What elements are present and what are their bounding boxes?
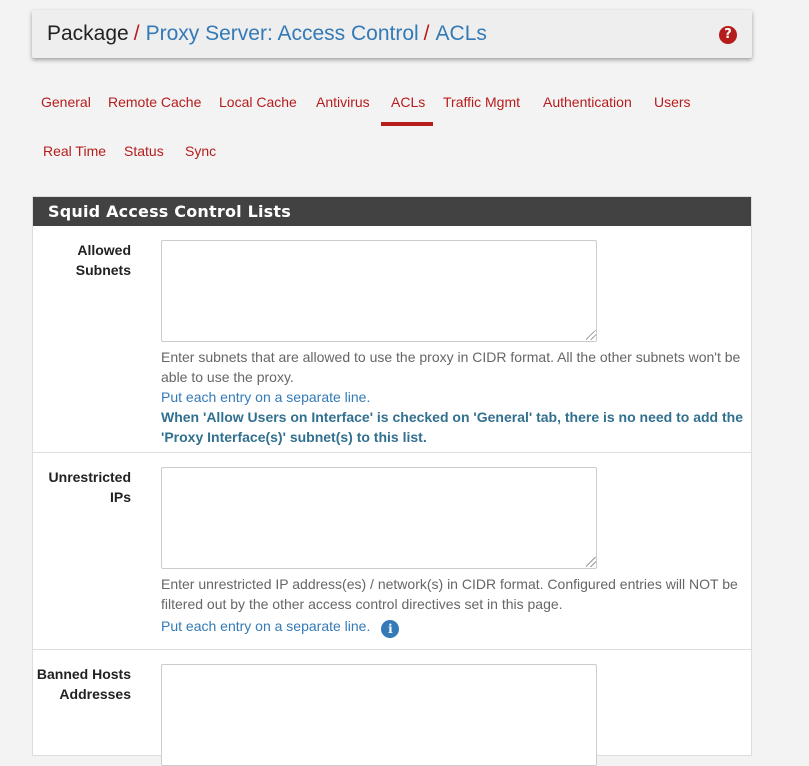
acl-panel: Squid Access Control Lists Allowed Subne… — [32, 196, 752, 766]
breadcrumb-link-proxy-server[interactable]: Proxy Server: Access Control — [146, 22, 419, 45]
resize-grip-icon[interactable] — [586, 557, 596, 567]
resize-grip-icon[interactable] — [586, 330, 596, 340]
tab-sync[interactable]: Sync — [185, 142, 216, 160]
breadcrumb-separator: / — [423, 22, 430, 45]
row-divider — [33, 649, 751, 650]
unrestricted-ips-help-line: Put each entry on a separate line. i — [161, 616, 751, 638]
allowed-subnets-textarea[interactable] — [161, 240, 597, 342]
banned-hosts-label: Banned Hosts Addresses — [36, 666, 131, 702]
tab-remote-cache[interactable]: Remote Cache — [108, 93, 201, 111]
allowed-subnets-label: Allowed Subnets — [75, 242, 131, 278]
allowed-subnets-help: Enter subnets that are allowed to use th… — [161, 347, 751, 447]
unrestricted-ips-help-line-text: Put each entry on a separate line. — [161, 618, 371, 634]
tab-authentication[interactable]: Authentication — [543, 93, 632, 111]
unrestricted-ips-label: Unrestricted IPs — [48, 469, 131, 505]
breadcrumb-root: Package — [47, 22, 129, 45]
breadcrumb-separator: / — [133, 22, 140, 45]
banned-hosts-textarea[interactable] — [161, 664, 597, 766]
breadcrumb-link-acls[interactable]: ACLs — [436, 22, 487, 45]
tab-general[interactable]: General — [41, 93, 91, 111]
tab-real-time[interactable]: Real Time — [43, 142, 106, 160]
tab-traffic-mgmt[interactable]: Traffic Mgmt — [443, 93, 520, 111]
tab-local-cache[interactable]: Local Cache — [219, 93, 297, 111]
breadcrumb-panel: Package / Proxy Server: Access Control / ACL… — [32, 10, 752, 58]
tab-users[interactable]: Users — [654, 93, 691, 111]
help-icon[interactable]: ? — [719, 26, 737, 44]
breadcrumb: Package / Proxy Server: Access Control / ACL… — [47, 21, 487, 47]
info-icon[interactable]: i — [381, 620, 400, 638]
active-tab-indicator — [381, 122, 433, 126]
tab-status[interactable]: Status — [124, 142, 164, 160]
allowed-subnets-help-note: When 'Allow Users on Interface' is check… — [161, 409, 743, 445]
unrestricted-ips-textarea[interactable] — [161, 467, 597, 569]
unrestricted-ips-help-text: Enter unrestricted IP address(es) / netw… — [161, 576, 738, 612]
allowed-subnets-help-line: Put each entry on a separate line. — [161, 389, 371, 405]
row-divider — [33, 452, 751, 453]
tab-antivirus[interactable]: Antivirus — [316, 93, 370, 111]
unrestricted-ips-help: Enter unrestricted IP address(es) / netw… — [161, 574, 751, 638]
panel-heading: Squid Access Control Lists — [33, 197, 751, 226]
allowed-subnets-help-text: Enter subnets that are allowed to use th… — [161, 349, 741, 385]
tab-acls[interactable]: ACLs — [391, 93, 425, 111]
